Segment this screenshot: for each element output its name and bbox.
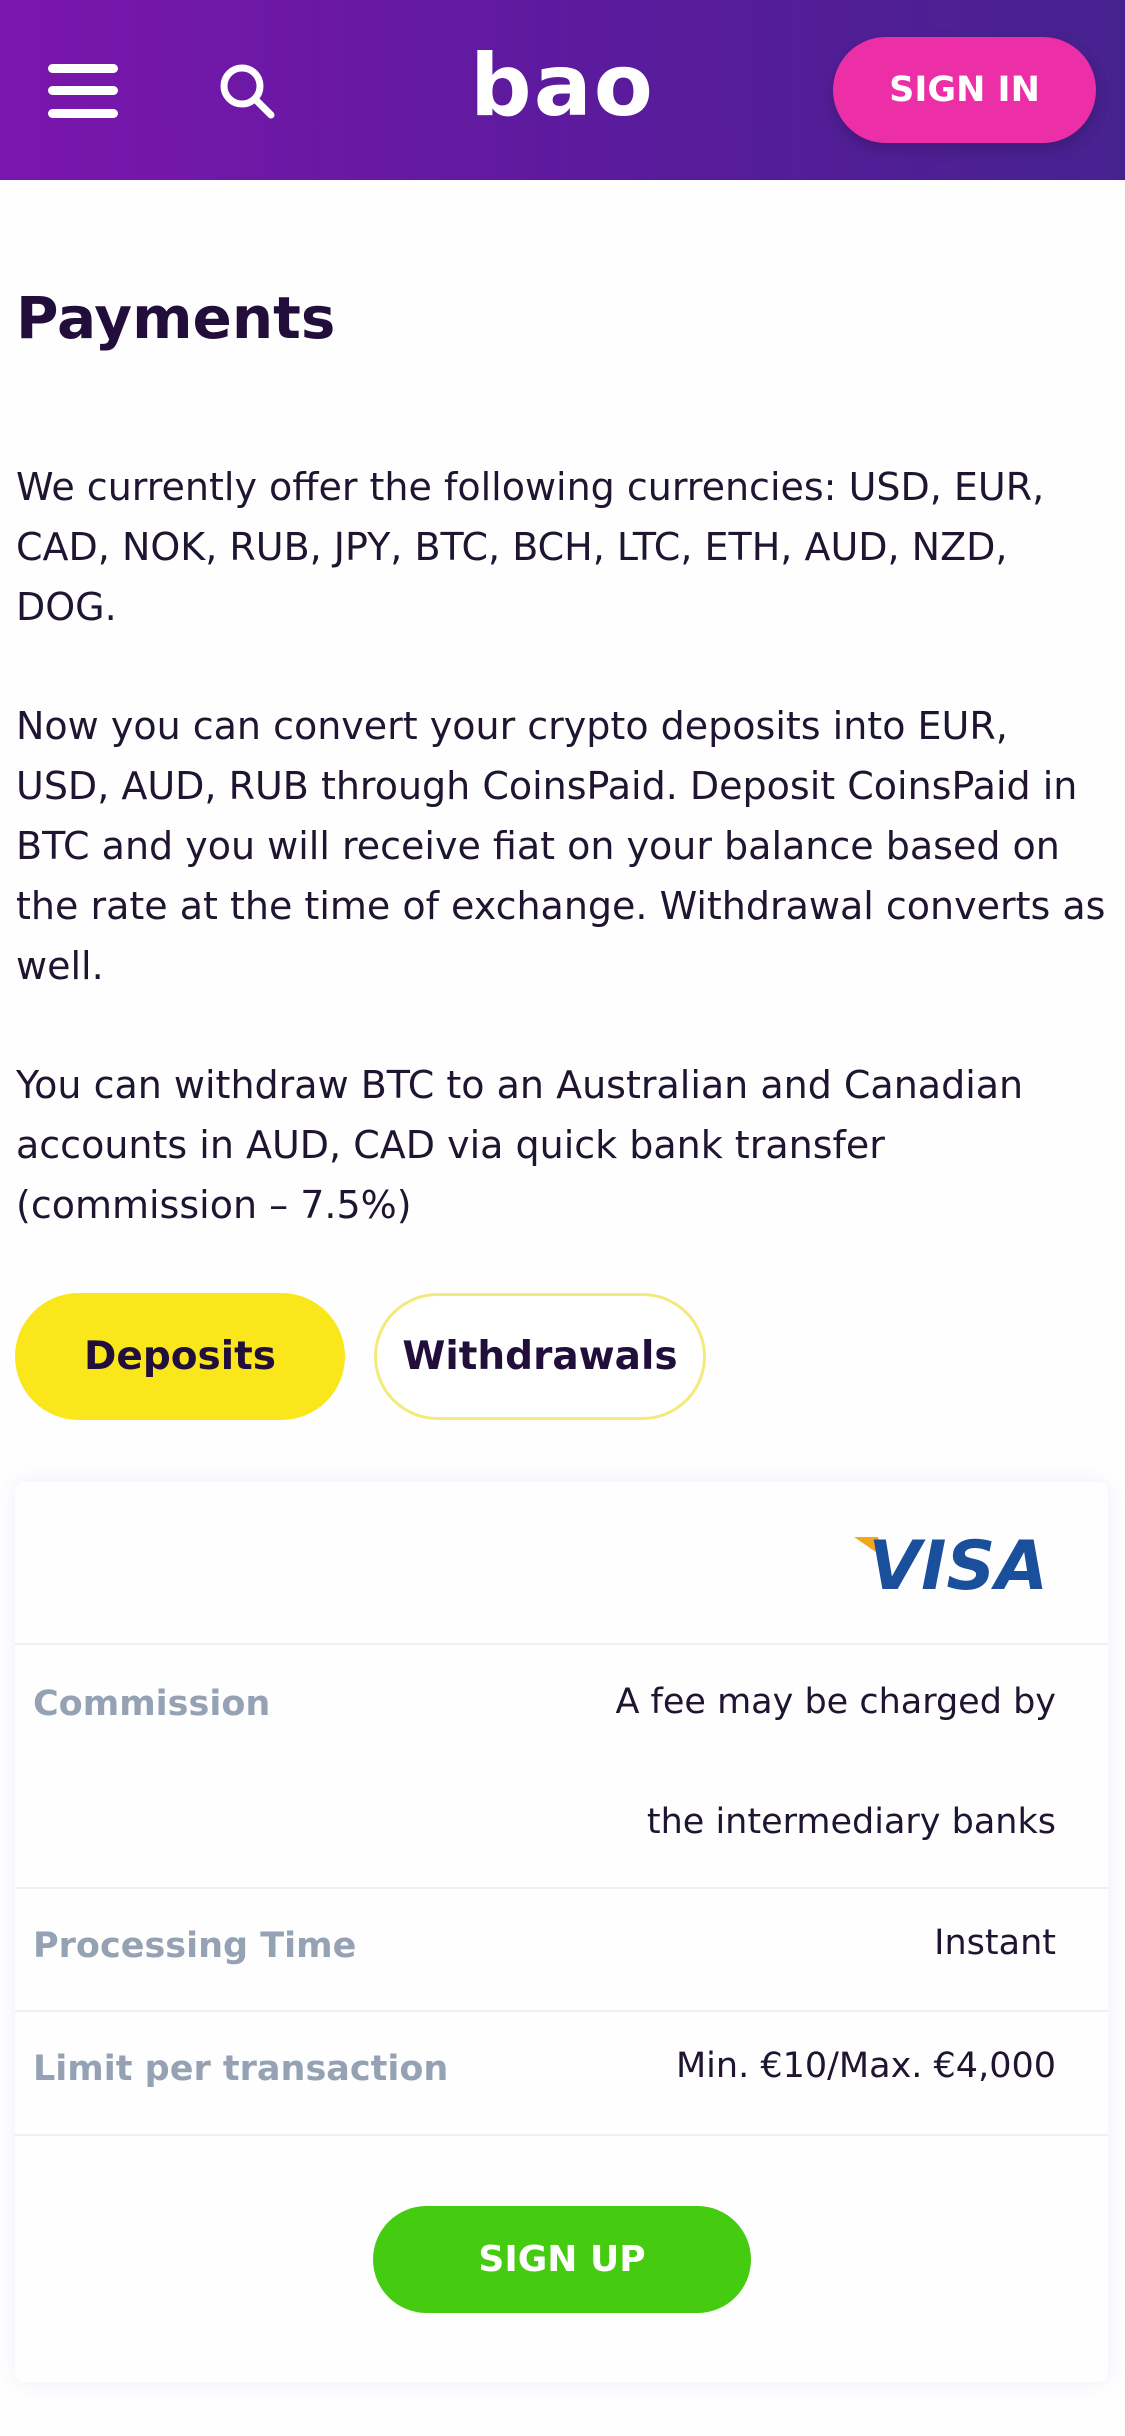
sign-up-button[interactable]: SIGN UP [373,2206,751,2313]
row-divider [15,1887,1108,1889]
limit-per-transaction-value: Min. €10/Max. €4,000 [675,2046,1056,2086]
sign-in-button[interactable]: SIGN IN [833,37,1096,143]
commission-label: Commission [33,1684,271,1724]
currencies-paragraph: We currently offer the following currenc… [16,465,1045,629]
hamburger-menu-icon[interactable] [48,64,118,118]
processing-time-label: Processing Time [33,1926,357,1966]
page-title: Payments [16,284,336,352]
row-divider [15,2134,1108,2136]
crypto-conversion-paragraph: Now you can convert your crypto deposits… [16,704,1106,988]
tab-withdrawals[interactable]: Withdrawals [374,1293,706,1420]
limit-per-transaction-label: Limit per transaction [33,2049,449,2089]
visa-logo-text: VISA [868,1529,1048,1595]
tab-deposits[interactable]: Deposits [15,1293,345,1420]
bao-logo[interactable]: bao [470,36,655,136]
row-divider [15,1643,1108,1645]
processing-time-value: Instant [934,1923,1056,1963]
commission-value-line2: the intermediary banks [646,1802,1056,1842]
withdrawal-info-paragraph: You can withdraw BTC to an Australian an… [16,1063,1024,1227]
row-divider [15,2010,1108,2012]
top-header: bao SIGN IN [0,0,1125,180]
payment-method-card: VISA Commission A fee may be charged by … [15,1482,1108,2382]
commission-value-line1: A fee may be charged by [615,1682,1056,1722]
search-icon[interactable] [218,62,276,120]
main-content: Payments We currently offer the followin… [0,180,1125,2436]
visa-logo-icon: VISA [854,1529,1048,1595]
